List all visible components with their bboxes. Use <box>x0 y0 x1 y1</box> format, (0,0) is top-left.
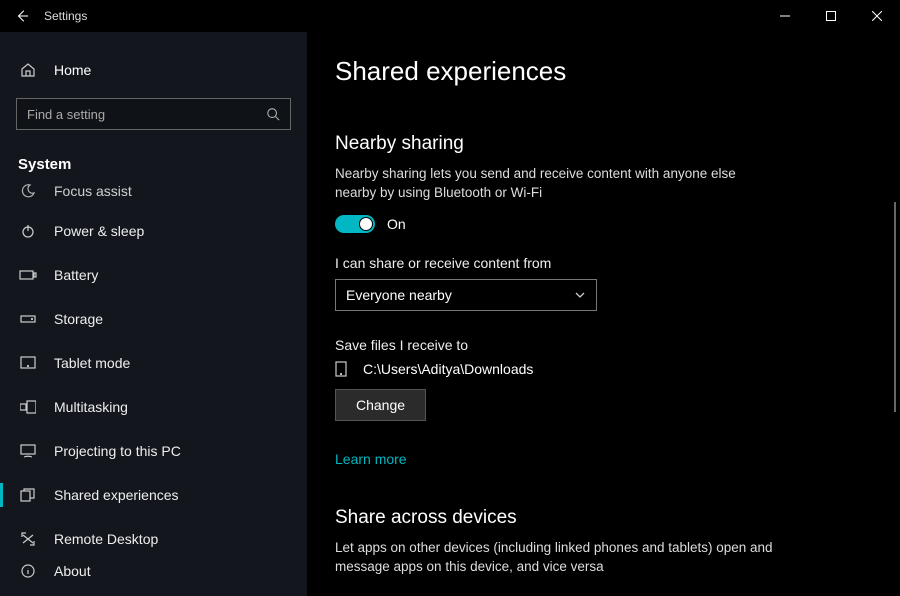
sidebar-item-label: Tablet mode <box>54 355 130 371</box>
sidebar-item-remote-desktop[interactable]: Remote Desktop <box>0 517 307 561</box>
sidebar-item-label: Storage <box>54 311 103 327</box>
sidebar-item-storage[interactable]: Storage <box>0 297 307 341</box>
sidebar-item-tablet-mode[interactable]: Tablet mode <box>0 341 307 385</box>
tablet-icon <box>18 356 38 370</box>
sidebar: Home System Focus assist Power & sleep B… <box>0 32 307 596</box>
sidebar-nav: Focus assist Power & sleep Battery Stora… <box>0 183 307 596</box>
sidebar-item-battery[interactable]: Battery <box>0 253 307 297</box>
sidebar-item-shared-experiences[interactable]: Shared experiences <box>0 473 307 517</box>
storage-icon <box>18 313 38 325</box>
nearby-sharing-toggle[interactable] <box>335 215 375 233</box>
share-across-description: Let apps on other devices (including lin… <box>335 539 775 577</box>
toggle-knob <box>359 217 373 231</box>
sidebar-item-label: Remote Desktop <box>54 531 158 547</box>
moon-icon <box>18 183 38 199</box>
sidebar-item-label: Projecting to this PC <box>54 443 181 459</box>
shared-icon <box>18 488 38 502</box>
sidebar-item-label: Shared experiences <box>54 487 179 503</box>
sidebar-home[interactable]: Home <box>0 52 307 92</box>
close-icon <box>872 11 882 21</box>
sidebar-item-label: Battery <box>54 267 98 283</box>
change-button-label: Change <box>356 397 405 413</box>
scrollbar[interactable] <box>894 202 896 412</box>
sidebar-item-label: Focus assist <box>54 183 132 199</box>
sidebar-item-focus-assist[interactable]: Focus assist <box>0 183 307 209</box>
home-icon <box>18 62 38 78</box>
learn-more-link[interactable]: Learn more <box>335 451 407 467</box>
maximize-icon <box>826 11 836 21</box>
search-box[interactable] <box>16 98 291 130</box>
main-panel: Shared experiences Nearby sharing Nearby… <box>307 32 900 596</box>
page-title: Shared experiences <box>335 56 872 87</box>
minimize-button[interactable] <box>762 0 808 32</box>
sidebar-item-power-sleep[interactable]: Power & sleep <box>0 209 307 253</box>
share-from-dropdown[interactable]: Everyone nearby <box>335 279 597 311</box>
search-input[interactable] <box>27 107 266 122</box>
search-icon <box>266 107 280 121</box>
chevron-down-icon <box>574 289 586 301</box>
power-icon <box>18 223 38 239</box>
window-title: Settings <box>44 9 87 23</box>
sidebar-item-about[interactable]: About <box>0 561 307 581</box>
back-button[interactable] <box>10 4 34 28</box>
remote-icon <box>18 532 38 546</box>
device-icon <box>335 361 353 377</box>
info-icon <box>18 563 38 579</box>
multitasking-icon <box>18 400 38 414</box>
projecting-icon <box>18 444 38 458</box>
sidebar-item-multitasking[interactable]: Multitasking <box>0 385 307 429</box>
titlebar: Settings <box>0 0 900 32</box>
close-button[interactable] <box>854 0 900 32</box>
maximize-button[interactable] <box>808 0 854 32</box>
change-button[interactable]: Change <box>335 389 426 421</box>
toggle-state-label: On <box>387 216 406 232</box>
sidebar-item-projecting[interactable]: Projecting to this PC <box>0 429 307 473</box>
save-files-label: Save files I receive to <box>335 337 872 353</box>
sidebar-item-label: Power & sleep <box>54 223 144 239</box>
save-path-text: C:\Users\Aditya\Downloads <box>363 361 533 377</box>
sidebar-home-label: Home <box>54 62 91 78</box>
minimize-icon <box>780 11 790 21</box>
section-share-across-devices: Share across devices <box>335 507 872 529</box>
battery-icon <box>18 269 38 281</box>
sidebar-item-label: Multitasking <box>54 399 128 415</box>
arrow-left-icon <box>15 9 29 23</box>
share-from-label: I can share or receive content from <box>335 255 872 271</box>
nearby-sharing-description: Nearby sharing lets you send and receive… <box>335 165 775 203</box>
section-nearby-sharing: Nearby sharing <box>335 133 872 155</box>
share-from-value: Everyone nearby <box>346 287 452 303</box>
save-path-row: C:\Users\Aditya\Downloads <box>335 361 872 377</box>
sidebar-category: System <box>0 148 307 183</box>
sidebar-item-label: About <box>54 563 91 579</box>
